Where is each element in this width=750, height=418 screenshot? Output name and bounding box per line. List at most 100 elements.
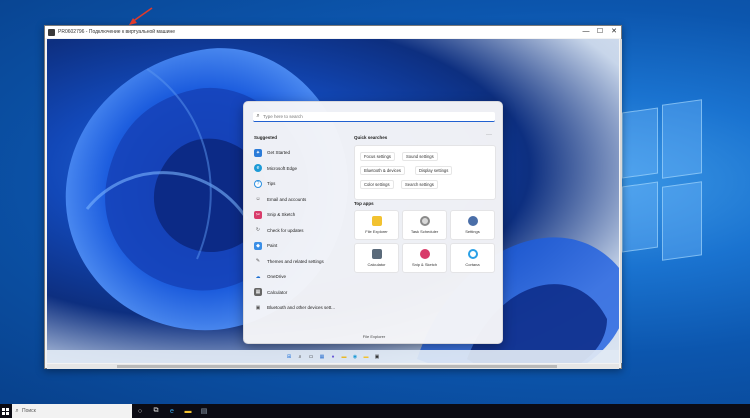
suggested-item-bluetooth[interactable]: ▣ Bluetooth and other devices sett...: [254, 300, 349, 316]
top-app-label: Cortana: [465, 262, 480, 267]
get-started-icon: ✦: [254, 148, 262, 157]
vm-connection-window[interactable]: PR0602796 - Подключение к виртуальной ма…: [44, 25, 622, 369]
cortana-icon[interactable]: ○: [132, 404, 148, 418]
task-view-icon[interactable]: ▭: [308, 353, 315, 360]
search-icon: ⌕: [15, 407, 19, 414]
suggested-item-label: Snip & Sketch: [267, 212, 296, 218]
cortana-icon: [467, 249, 478, 259]
start-menu[interactable]: ⌕ Type here to search Suggested Quick se…: [243, 101, 503, 344]
widgets-icon[interactable]: ▦: [319, 353, 326, 360]
top-app-label: Snip & Sketch: [411, 262, 438, 267]
suggested-item-label: Microsoft Edge: [267, 165, 298, 171]
top-app-file-explorer[interactable]: File Explorer: [354, 210, 399, 240]
quick-search-bluetooth-devices[interactable]: Bluetooth & devices: [360, 166, 406, 175]
host-search-input[interactable]: ⌕ Поиск: [12, 404, 132, 418]
top-app-snip-sketch[interactable]: Snip & Sketch: [402, 243, 447, 273]
folder-icon[interactable]: ▬: [363, 353, 370, 360]
suggested-item-themes[interactable]: ✎ Themes and related settings: [254, 254, 349, 270]
vm-guest-screen[interactable]: ⌕ Type here to search Suggested Quick se…: [47, 39, 619, 363]
quick-search-color-settings[interactable]: Color settings: [360, 180, 394, 189]
suggested-item-label: Check for updates: [267, 227, 304, 233]
quick-search-display-settings[interactable]: Display settings: [415, 166, 453, 175]
quick-search-search-settings[interactable]: Search settings: [401, 180, 438, 189]
suggested-item-check-updates[interactable]: ↻ Check for updates: [254, 223, 349, 239]
suggested-item-label: Themes and related settings: [267, 258, 324, 264]
top-app-cortana[interactable]: Cortana: [450, 243, 495, 273]
suggested-heading: Suggested: [254, 135, 278, 140]
store-icon[interactable]: ▣: [374, 353, 381, 360]
close-button[interactable]: ✕: [607, 26, 621, 38]
host-start-button[interactable]: [0, 404, 10, 418]
suggested-item-label: Email and accounts: [267, 196, 307, 202]
edge-icon[interactable]: ◉: [352, 353, 359, 360]
folder-icon: [371, 216, 382, 226]
snip-sketch-icon: ✂: [254, 210, 262, 219]
more-options-icon[interactable]: ···: [486, 132, 492, 138]
gear-icon: [467, 216, 478, 226]
suggested-item-onedrive[interactable]: ☁ OneDrive: [254, 269, 349, 285]
suggested-item-get-started[interactable]: ✦ Get Started: [254, 145, 349, 161]
suggested-item-snip-sketch[interactable]: ✂ Snip & Sketch: [254, 207, 349, 223]
scrollbar-thumb[interactable]: [117, 365, 557, 368]
windows-logo-icon: [1, 407, 9, 415]
top-app-label: File Explorer: [365, 229, 388, 234]
snip-sketch-icon: [419, 249, 430, 259]
suggested-item-calculator[interactable]: ▦ Calculator: [254, 285, 349, 301]
calculator-icon: [371, 249, 382, 259]
host-taskbar: ⌕ Поиск ○ ⧉ e ▬ ▤: [0, 404, 750, 418]
vm-connection-icon: [48, 28, 55, 36]
start-search-input[interactable]: ⌕ Type here to search: [253, 112, 495, 122]
paint-icon: ◆: [254, 241, 262, 250]
suggested-item-label: Get Started: [267, 150, 291, 156]
top-app-task-scheduler[interactable]: Task Scheduler: [402, 210, 447, 240]
hyperv-icon[interactable]: ▤: [196, 404, 212, 418]
search-placeholder: Type here to search: [263, 114, 303, 119]
quick-searches-heading: Quick searches: [354, 135, 388, 140]
edge-icon: e: [254, 164, 262, 173]
host-search-placeholder: Поиск: [22, 408, 36, 414]
vertical-scrollbar[interactable]: [620, 39, 622, 363]
quick-searches-panel: Focus settings Sound settings Bluetooth …: [354, 145, 496, 200]
windows-start-icon[interactable]: ⊞: [286, 353, 293, 360]
vm-window-title: PR0602796 - Подключение к виртуальной ма…: [58, 29, 176, 35]
person-icon: ☺: [255, 196, 261, 203]
calculator-icon: ▦: [254, 288, 262, 297]
suggested-item-label: Calculator: [267, 289, 288, 295]
suggested-item-edge[interactable]: e Microsoft Edge: [254, 161, 349, 177]
top-app-label: Task Scheduler: [410, 229, 439, 234]
refresh-icon: ↻: [255, 227, 261, 234]
suggested-item-tips[interactable]: ? Tips: [254, 176, 349, 192]
suggested-item-label: Paint: [267, 243, 278, 249]
top-apps-heading: Top apps: [354, 201, 374, 206]
suggested-item-email-accounts[interactable]: ☺ Email and accounts: [254, 192, 349, 208]
maximize-button[interactable]: ☐: [593, 26, 607, 38]
annotation-arrow-icon: [129, 7, 153, 25]
top-app-calculator[interactable]: Calculator: [354, 243, 399, 273]
top-app-label: Calculator: [367, 262, 386, 267]
suggested-item-paint[interactable]: ◆ Paint: [254, 238, 349, 254]
edge-icon[interactable]: e: [164, 404, 180, 418]
horizontal-scrollbar[interactable]: [47, 364, 619, 369]
chat-icon[interactable]: ●: [330, 353, 337, 360]
minimize-button[interactable]: —: [579, 26, 593, 38]
folder-icon[interactable]: ▬: [180, 404, 196, 418]
search-icon[interactable]: ⌕: [297, 353, 304, 360]
suggested-item-label: Bluetooth and other devices sett...: [267, 305, 336, 311]
task-view-icon[interactable]: ⧉: [148, 404, 164, 418]
search-icon: ⌕: [256, 113, 260, 119]
windows-logo-wallpaper: [622, 99, 702, 264]
tips-icon: ?: [254, 179, 262, 188]
top-app-label: Settings: [465, 229, 480, 234]
suggested-list: ✦ Get Started e Microsoft Edge ? Tips ☺ Emai…: [254, 145, 349, 316]
vm-taskbar: ⊞ ⌕ ▭ ▦ ● ▬ ◉ ▬ ▣: [47, 350, 619, 363]
suggested-item-label: OneDrive: [267, 274, 287, 280]
start-footer-label: File Explorer: [362, 334, 386, 339]
quick-search-focus-settings[interactable]: Focus settings: [360, 152, 395, 161]
onedrive-icon: ☁: [255, 273, 261, 280]
top-app-settings[interactable]: Settings: [450, 210, 495, 240]
quick-search-sound-settings[interactable]: Sound settings: [402, 152, 438, 161]
clock-icon: [419, 216, 430, 226]
bluetooth-icon: ▣: [255, 304, 261, 311]
suggested-item-label: Tips: [267, 181, 276, 187]
file-explorer-icon[interactable]: ▬: [341, 353, 348, 360]
